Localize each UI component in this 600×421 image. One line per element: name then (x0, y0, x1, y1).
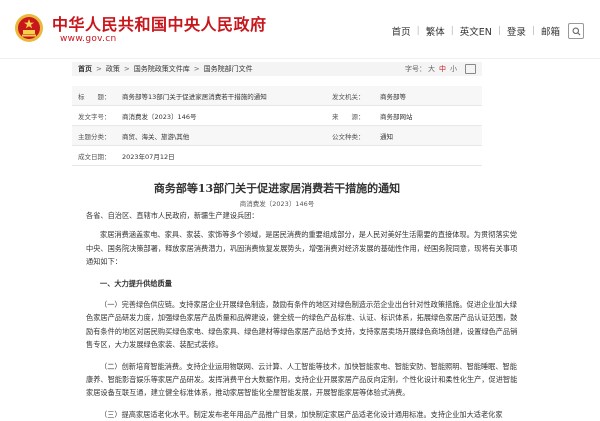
paragraph-2: （二）创新培育智能消费。支持企业运用物联网、云计算、人工智能等技术，加快智能家电… (86, 361, 518, 398)
section-heading: 一、大力提升供给质量 (100, 278, 172, 288)
info-key-title: 标 题： (78, 92, 111, 101)
search-icon (572, 27, 580, 35)
font-size-medium[interactable]: 中 (439, 64, 446, 74)
nav-separator: | (416, 26, 420, 36)
nav-separator: | (497, 26, 501, 36)
paragraph-3: （三）提高家居适老化水平。制定发布老年用品产品推广目录，加快制定家居产品适老化设… (100, 409, 503, 419)
document-body: 各省、自治区、直辖市人民政府，新疆生产建设兵团： 家居消费涵盖家电、家具、家装、… (86, 209, 522, 421)
info-key-doc-type: 公文种类： (332, 132, 365, 141)
breadcrumb-home[interactable]: 首页 (78, 64, 92, 74)
salutation: 各省、自治区、直辖市人民政府，新疆生产建设兵团： (86, 211, 259, 220)
info-row: 标 题： 商务部等13部门关于促进家居消费若干措施的通知 发文机关： 商务部等 (72, 86, 482, 106)
info-value-doc-type: 通知 (380, 132, 393, 141)
breadcrumb-separator: > (193, 65, 200, 73)
info-value-issuer: 商务部等 (380, 92, 406, 101)
document-info-table: 标 题： 商务部等13部门关于促进家居消费若干措施的通知 发文机关： 商务部等 … (72, 86, 482, 166)
paragraph-1: （一）完善绿色供应链。支持家居企业开展绿色制造，鼓励有条件的地区对绿色制造示范企… (86, 300, 518, 350)
info-key-source: 来 源： (332, 112, 365, 121)
info-key-issuer: 发文机关： (332, 92, 365, 101)
nav-traditional[interactable]: 繁体 (426, 24, 445, 38)
nav-login[interactable]: 登录 (507, 24, 526, 38)
site-url: www.gov.cn (60, 34, 117, 44)
nav-english[interactable]: 英文EN (460, 24, 492, 38)
nav-home[interactable]: 首页 (392, 24, 411, 38)
document-title: 商务部等13部门关于促进家居消费若干措施的通知 (153, 182, 401, 195)
info-value-title: 商务部等13部门关于促进家居消费若干措施的通知 (122, 92, 267, 101)
printer-icon[interactable] (465, 64, 476, 74)
site-header: 中华人民共和国中央人民政府 www.gov.cn 首页 | 繁体 | 英文EN … (0, 0, 600, 59)
breadcrumb-separator: > (123, 65, 130, 73)
info-row: 发文字号： 商消费发〔2023〕146号 来 源： 商务部网站 (72, 106, 482, 126)
info-row: 主题分类： 商贸、海关、旅游\其他 公文种类： 通知 (72, 126, 482, 146)
national-emblem-icon[interactable] (14, 13, 44, 43)
info-row: 成文日期： 2023年07月12日 (72, 146, 482, 166)
paragraph-intro: 家居消费涵盖家电、家具、家装、家饰等多个领域，是居民消费的重要组成部分，是人民对… (86, 230, 518, 267)
breadcrumb-policy-library[interactable]: 国务院政策文件库 (134, 64, 190, 74)
font-size-large[interactable]: 大 (428, 64, 435, 74)
font-size-label: 字号： (405, 65, 426, 73)
breadcrumb: 首页 > 政策 > 国务院政策文件库 > 国务院部门文件 字号： 大 中 小 (72, 62, 482, 76)
site-title[interactable]: 中华人民共和国中央人民政府 (52, 11, 267, 35)
info-value-source: 商务部网站 (380, 112, 413, 121)
info-value-category: 商贸、海关、旅游\其他 (122, 132, 190, 141)
info-key-category: 主题分类： (78, 132, 111, 141)
top-nav: 首页 | 繁体 | 英文EN | 登录 | 邮箱 (392, 23, 584, 39)
breadcrumb-separator: > (96, 65, 102, 73)
font-size-control: 字号： 大 中 小 (405, 64, 476, 74)
search-button[interactable] (568, 23, 584, 39)
nav-separator: | (450, 26, 454, 36)
document-number: 商消费发〔2023〕146号 (239, 200, 315, 208)
info-key-doc-number: 发文字号： (78, 112, 111, 121)
info-value-doc-number: 商消费发〔2023〕146号 (122, 112, 197, 121)
breadcrumb-policy[interactable]: 政策 (106, 64, 120, 74)
info-value-date: 2023年07月12日 (122, 152, 175, 161)
nav-mail[interactable]: 邮箱 (541, 24, 560, 38)
font-size-small[interactable]: 小 (450, 64, 457, 74)
info-key-date: 成文日期： (78, 152, 111, 161)
breadcrumb-department-files[interactable]: 国务院部门文件 (204, 64, 253, 74)
nav-separator: | (531, 26, 535, 36)
